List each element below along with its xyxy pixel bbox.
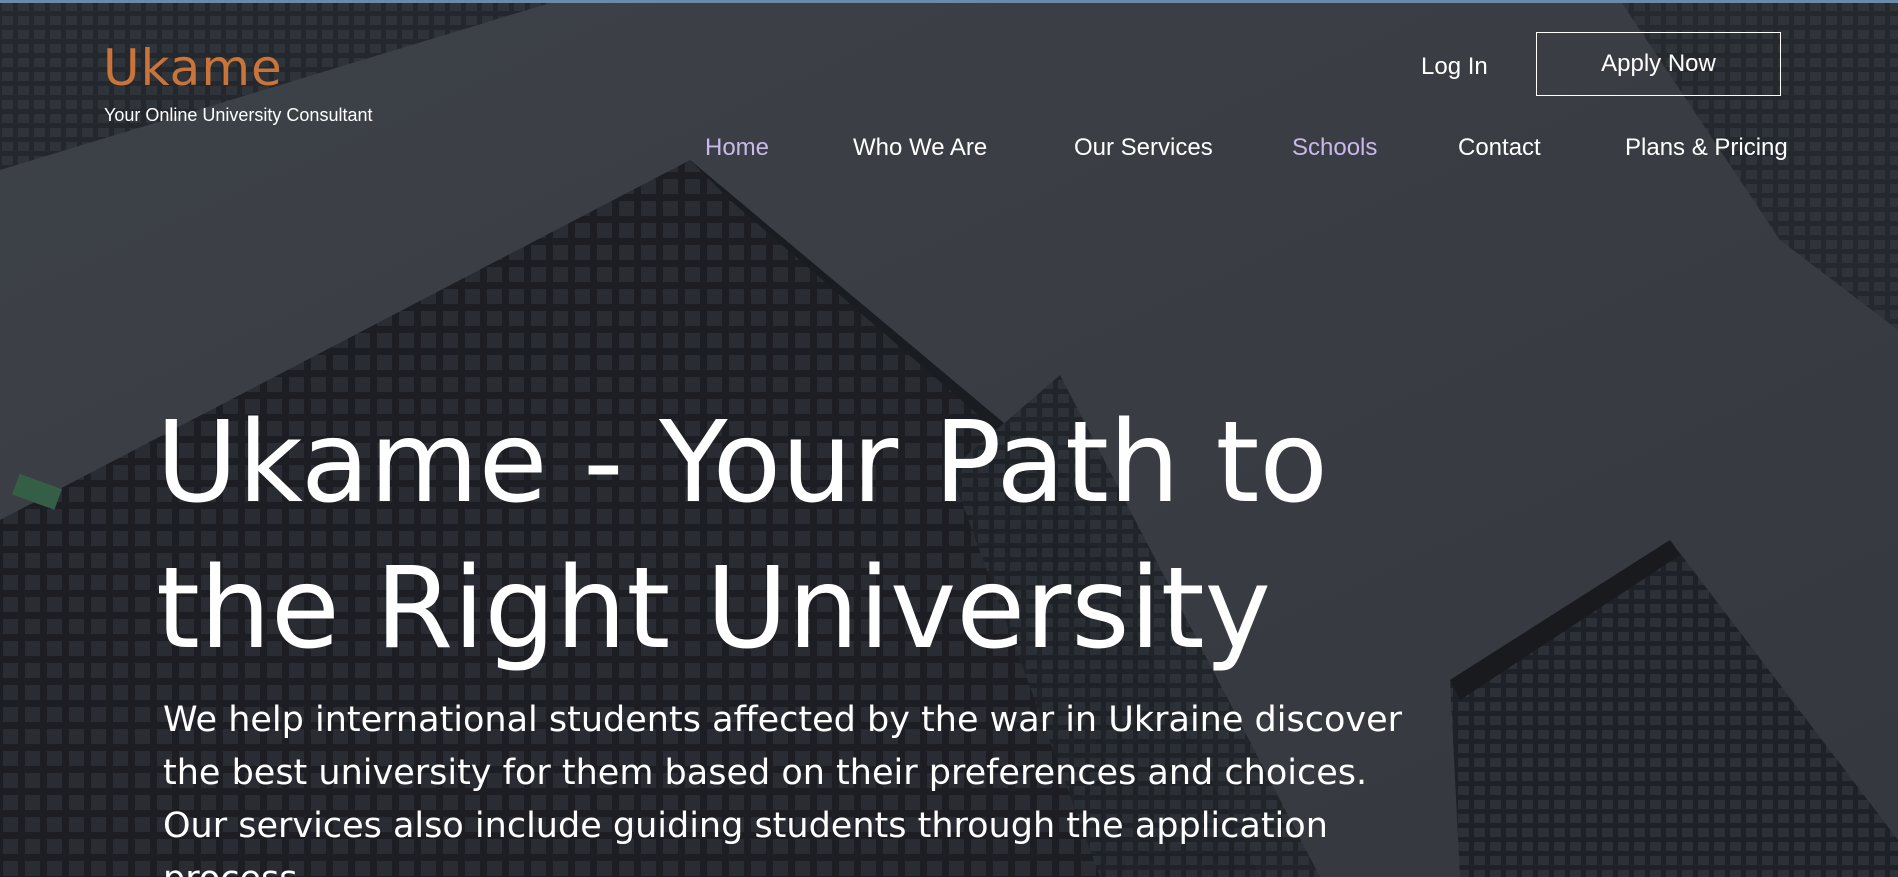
hero-description-line-3: Our services also include guiding studen…	[163, 806, 1328, 846]
site-tagline: Your Online University Consultant	[104, 105, 373, 125]
nav-item-our-services[interactable]: Our Services	[1074, 131, 1213, 165]
top-border	[0, 0, 1898, 3]
nav-item-schools[interactable]: Schools	[1292, 131, 1377, 165]
site-logo[interactable]: Ukame	[103, 38, 283, 98]
hero-headline: Ukame - Your Path to the Right Universit…	[156, 390, 1356, 682]
hero-description-line-4: process.	[163, 859, 309, 877]
apply-now-button[interactable]: Apply Now	[1536, 32, 1781, 96]
apply-now-label: Apply Now	[1601, 50, 1716, 77]
main-nav: Home Who We Are Our Services Schools Con…	[0, 131, 1898, 165]
hero-headline-line-1: Ukame - Your Path to	[156, 398, 1328, 528]
hero-description-line-1: We help international students affected …	[163, 700, 1402, 740]
nav-item-contact[interactable]: Contact	[1458, 131, 1541, 165]
nav-item-plans-pricing[interactable]: Plans & Pricing	[1625, 131, 1788, 165]
nav-item-home[interactable]: Home	[705, 131, 769, 165]
hero-description-line-2: the best university for them based on th…	[163, 753, 1368, 793]
hero-description: We help international students affected …	[163, 694, 1443, 877]
nav-item-who-we-are[interactable]: Who We Are	[853, 131, 987, 165]
page: Ukame Your Online University Consultant …	[0, 0, 1898, 877]
hero-headline-line-2: the Right University	[156, 544, 1271, 674]
login-link[interactable]: Log In	[1421, 52, 1488, 82]
